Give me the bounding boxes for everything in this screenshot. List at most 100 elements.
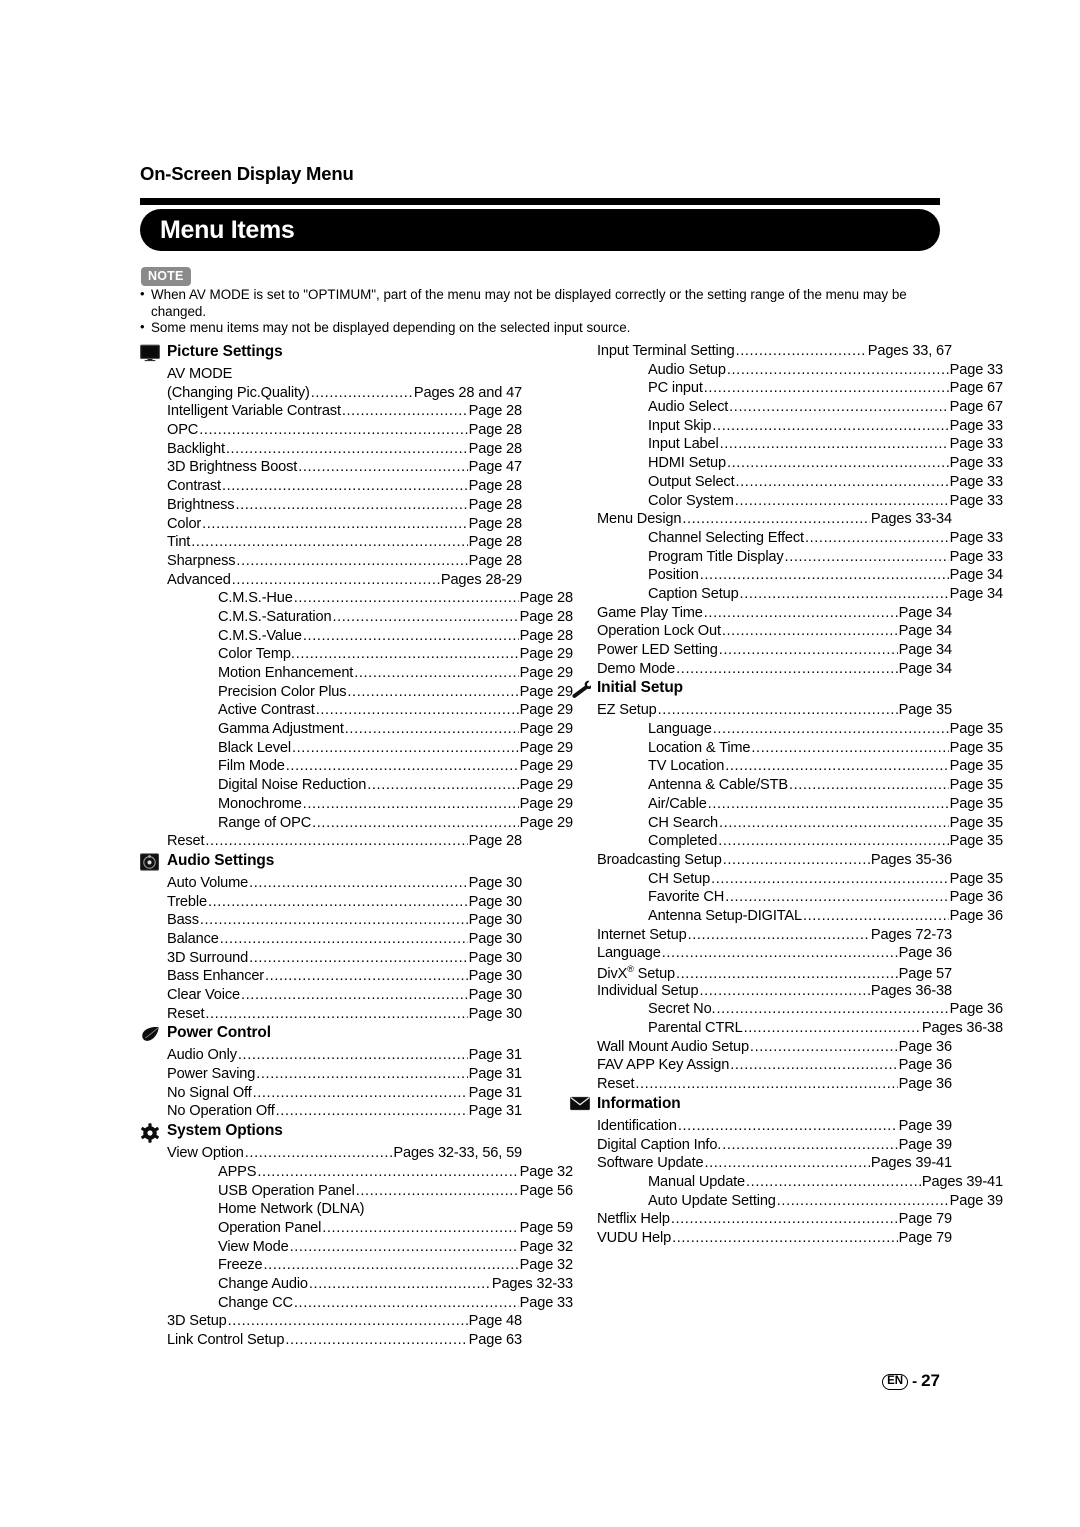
toc-entry-label: Motion Enhancement <box>218 665 354 681</box>
toc-entry[interactable]: Software Update.........................… <box>570 1155 952 1174</box>
toc-entry[interactable]: Brightness..............................… <box>140 497 522 516</box>
toc-entry[interactable]: Operation Panel.........................… <box>140 1220 573 1239</box>
toc-entry[interactable]: Black Level.............................… <box>140 740 573 759</box>
toc-entry[interactable]: Advanced................................… <box>140 572 522 591</box>
toc-entry[interactable]: EZ Setup................................… <box>570 702 952 721</box>
toc-entry[interactable]: Antenna & Cable/STB.....................… <box>570 777 1003 796</box>
toc-entry[interactable]: Position................................… <box>570 567 1003 586</box>
toc-entry[interactable]: OPC.....................................… <box>140 422 522 441</box>
toc-entry[interactable]: Output Select...........................… <box>570 474 1003 493</box>
toc-entry[interactable]: Precision Color Plus....................… <box>140 684 573 703</box>
toc-entry[interactable]: APPS....................................… <box>140 1164 573 1183</box>
toc-entry[interactable]: CH Setup................................… <box>570 871 1003 890</box>
toc-entry[interactable]: Clear Voice.............................… <box>140 987 522 1006</box>
toc-entry[interactable]: Input Label.............................… <box>570 436 1003 455</box>
toc-entry[interactable]: No Operation Off........................… <box>140 1103 522 1122</box>
toc-entry[interactable]: Tint....................................… <box>140 534 522 553</box>
toc-entry[interactable]: Balance.................................… <box>140 931 522 950</box>
toc-entry[interactable]: TV Location.............................… <box>570 758 1003 777</box>
toc-entry[interactable]: Contrast................................… <box>140 478 522 497</box>
toc-entry[interactable]: DivX® Setup.............................… <box>570 964 952 983</box>
toc-entry[interactable]: Digital Caption Info. ..................… <box>570 1137 952 1156</box>
toc-entry[interactable]: Channel Selecting Effect................… <box>570 530 1003 549</box>
toc-entry[interactable]: Antenna Setup-DIGITAL...................… <box>570 908 1003 927</box>
toc-entry[interactable]: Individual Setup........................… <box>570 983 952 1002</box>
toc-entry[interactable]: Wall Mount Audio Setup..................… <box>570 1039 952 1058</box>
toc-entry[interactable]: Internet Setup..........................… <box>570 927 952 946</box>
toc-entry[interactable]: Treble..................................… <box>140 894 522 913</box>
toc-entry[interactable]: Monochrome..............................… <box>140 796 573 815</box>
toc-entry[interactable]: View Option.............................… <box>140 1145 522 1164</box>
toc-entry[interactable]: Reset...................................… <box>570 1076 952 1095</box>
toc-entry[interactable]: Range of OPC............................… <box>140 815 573 834</box>
toc-entry[interactable]: Auto Update Setting.....................… <box>570 1193 1003 1212</box>
toc-entry[interactable]: Game Play Time..........................… <box>570 605 952 624</box>
toc-entry[interactable]: (Changing Pic.Quality)..................… <box>140 385 522 404</box>
toc-entry[interactable]: Manual Update...........................… <box>570 1174 1003 1193</box>
toc-entry[interactable]: Completed...............................… <box>570 833 1003 852</box>
toc-entry[interactable]: Bass Enhancer...........................… <box>140 968 522 987</box>
toc-entry[interactable]: Air/Cable...............................… <box>570 796 1003 815</box>
toc-entry[interactable]: HDMI Setup..............................… <box>570 455 1003 474</box>
toc-entry[interactable]: Color...................................… <box>140 516 522 535</box>
toc-section-header: Information <box>570 1095 925 1117</box>
toc-leader-dots: ........................................… <box>249 949 468 966</box>
toc-entry[interactable]: Operation Lock Out......................… <box>570 623 952 642</box>
toc-leader-dots: ........................................… <box>676 660 898 677</box>
toc-entry[interactable]: Sharpness...............................… <box>140 553 522 572</box>
toc-entry[interactable]: FAV APP Key Assign......................… <box>570 1057 952 1076</box>
toc-entry[interactable]: Change CC...............................… <box>140 1295 573 1314</box>
toc-entry[interactable]: Broadcasting Setup......................… <box>570 852 952 871</box>
toc-entry[interactable]: Auto Volume.............................… <box>140 875 522 894</box>
toc-entry[interactable]: Color Temp. ............................… <box>140 646 573 665</box>
toc-entry[interactable]: USB Operation Panel.....................… <box>140 1183 573 1202</box>
toc-entry[interactable]: Digital Noise Reduction.................… <box>140 777 573 796</box>
toc-entry[interactable]: Active Contrast.........................… <box>140 702 573 721</box>
toc-entry-label: Identification <box>597 1117 677 1134</box>
toc-entry[interactable]: Power Saving............................… <box>140 1066 522 1085</box>
toc-entry[interactable]: C.M.S.-Hue..............................… <box>140 590 573 609</box>
toc-entry[interactable]: Language................................… <box>570 945 952 964</box>
toc-entry[interactable]: Backlight...............................… <box>140 441 522 460</box>
toc-entry[interactable]: Parental CTRL...........................… <box>570 1020 1003 1039</box>
toc-entry[interactable]: 3D Setup................................… <box>140 1313 522 1332</box>
toc-entry[interactable]: AV MODE <box>140 366 522 385</box>
toc-entry[interactable]: C.M.S.-Saturation.......................… <box>140 609 573 628</box>
toc-entry[interactable]: Reset...................................… <box>140 1006 522 1025</box>
toc-entry[interactable]: Program Title Display...................… <box>570 549 1003 568</box>
toc-entry[interactable]: Link Control Setup......................… <box>140 1332 522 1351</box>
toc-entry[interactable]: Secret No. .............................… <box>570 1001 1003 1020</box>
toc-entry[interactable]: Identification..........................… <box>570 1118 952 1137</box>
toc-entry[interactable]: Netflix Help............................… <box>570 1211 952 1230</box>
toc-entry[interactable]: Motion Enhancement......................… <box>140 665 573 684</box>
toc-entry[interactable]: Intelligent Variable Contrast...........… <box>140 403 522 422</box>
toc-entry[interactable]: Color System............................… <box>570 493 1003 512</box>
toc-entry[interactable]: C.M.S.-Value............................… <box>140 628 573 647</box>
toc-entry[interactable]: VUDU Help...............................… <box>570 1230 952 1249</box>
toc-entry[interactable]: Favorite CH.............................… <box>570 889 1003 908</box>
toc-entry[interactable]: Freeze..................................… <box>140 1257 573 1276</box>
toc-entry[interactable]: Input Skip..............................… <box>570 418 1003 437</box>
toc-entry[interactable]: Menu Design.............................… <box>570 511 952 530</box>
toc-entry[interactable]: View Mode...............................… <box>140 1239 573 1258</box>
toc-entry[interactable]: Audio Setup.............................… <box>570 362 1003 381</box>
toc-entry[interactable]: 3D Brightness Boost.....................… <box>140 459 522 478</box>
toc-entry[interactable]: Audio Select............................… <box>570 399 1003 418</box>
toc-entry[interactable]: Language................................… <box>570 721 1003 740</box>
toc-entry[interactable]: Reset...................................… <box>140 833 522 852</box>
toc-entry[interactable]: Demo Mode...............................… <box>570 661 952 680</box>
toc-entry[interactable]: Power LED Setting.......................… <box>570 642 952 661</box>
toc-entry[interactable]: Input Terminal Setting..................… <box>570 343 952 362</box>
toc-entry[interactable]: Gamma Adjustment........................… <box>140 721 573 740</box>
toc-entry[interactable]: Home Network (DLNA) <box>140 1201 573 1220</box>
toc-entry[interactable]: Change Audio............................… <box>140 1276 573 1295</box>
toc-entry[interactable]: No Signal Off...........................… <box>140 1085 522 1104</box>
toc-entry[interactable]: Audio Only..............................… <box>140 1047 522 1066</box>
toc-entry[interactable]: Film Mode...............................… <box>140 758 573 777</box>
toc-entry[interactable]: Bass....................................… <box>140 912 522 931</box>
toc-entry[interactable]: 3D Surround.............................… <box>140 950 522 969</box>
toc-entry[interactable]: Location & Time.........................… <box>570 740 1003 759</box>
toc-entry[interactable]: PC input................................… <box>570 380 1003 399</box>
toc-entry[interactable]: CH Search...............................… <box>570 815 1003 834</box>
toc-entry[interactable]: Caption Setup...........................… <box>570 586 1003 605</box>
